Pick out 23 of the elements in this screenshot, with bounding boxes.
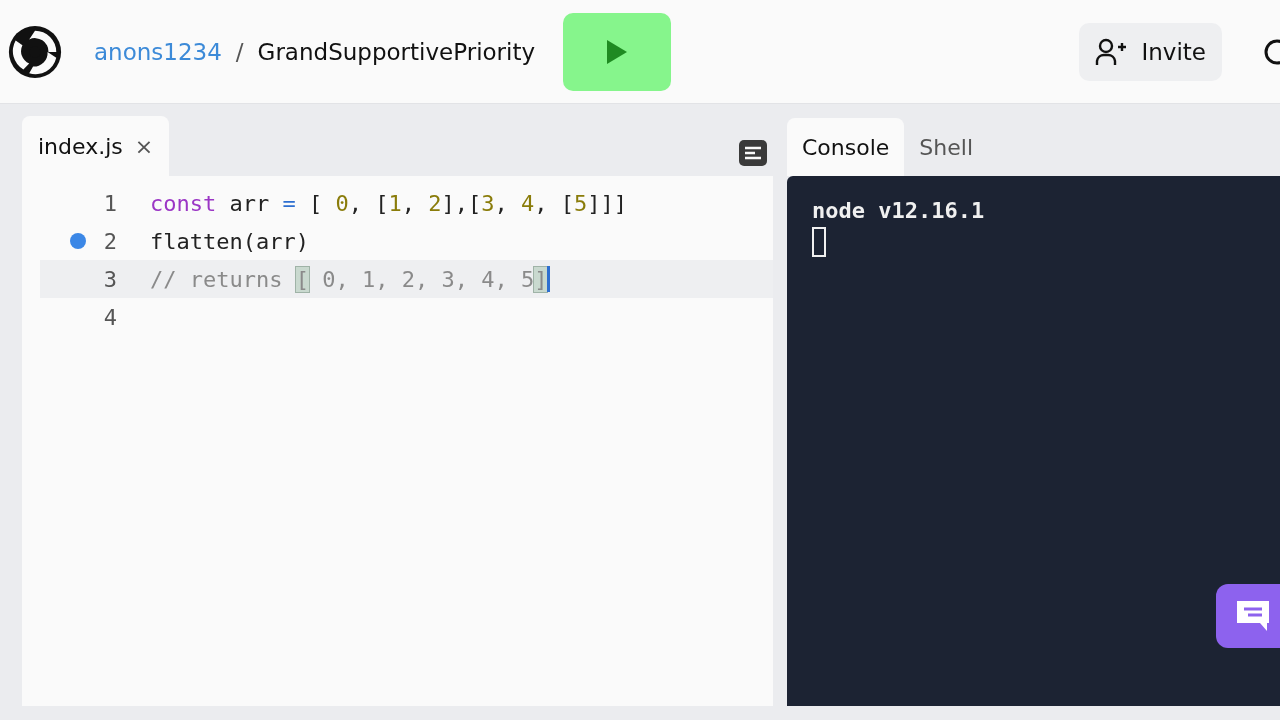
breakpoint-dot[interactable]	[69, 233, 86, 249]
line-number: 4	[103, 304, 117, 330]
code-line: flatten(arr)	[150, 228, 309, 254]
text-cursor	[547, 266, 551, 292]
console-tab[interactable]: Console	[787, 118, 905, 176]
chat-button[interactable]	[1216, 584, 1280, 648]
line-number: 2	[103, 228, 117, 254]
code-line: const arr = [ 0, [1, 2],[3, 4, [5]]]	[150, 190, 627, 216]
console-tab[interactable]: Shell	[904, 118, 988, 176]
line-number: 1	[103, 190, 117, 216]
console-output: node v12.16.1	[812, 198, 986, 223]
path-separator: /	[235, 38, 244, 65]
line-number: 3	[103, 266, 117, 292]
add-user-icon	[1095, 36, 1128, 67]
run-button[interactable]	[563, 12, 672, 91]
repl-name[interactable]: GrandSupportivePriority	[257, 38, 536, 65]
close-tab-icon[interactable]: ×	[134, 133, 154, 159]
file-tab[interactable]: index.js ×	[22, 116, 170, 176]
format-icon[interactable]	[739, 140, 767, 166]
code-line: // returns [ 0, 1, 2, 3, 4, 5]	[150, 266, 548, 292]
invite-button[interactable]: Invite	[1079, 22, 1222, 81]
chat-icon	[1234, 599, 1272, 633]
terminal-cursor	[812, 227, 826, 257]
